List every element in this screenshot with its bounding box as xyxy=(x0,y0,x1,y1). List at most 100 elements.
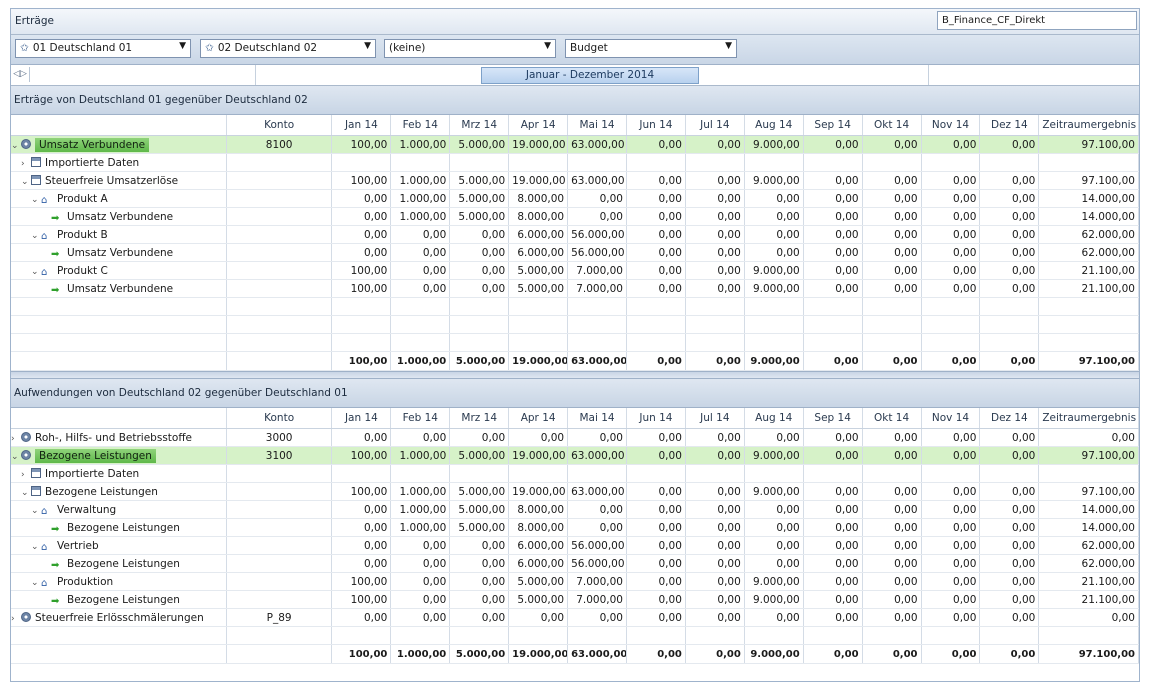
expand-icon[interactable]: › xyxy=(21,470,31,480)
value-cell[interactable]: 0,00 xyxy=(331,207,392,226)
value-cell[interactable]: 0,00 xyxy=(862,207,922,226)
value-cell[interactable] xyxy=(1038,464,1139,483)
value-cell[interactable]: 0,00 xyxy=(567,207,627,226)
value-cell[interactable]: 0,00 xyxy=(921,590,981,609)
column-header[interactable]: Mrz 14 xyxy=(449,408,510,429)
value-cell[interactable]: 0,00 xyxy=(567,500,627,519)
value-cell[interactable]: 100,00 xyxy=(331,572,392,591)
value-cell[interactable]: 0,00 xyxy=(744,243,804,262)
value-cell[interactable]: 0,00 xyxy=(390,261,451,280)
value-cell[interactable]: 0,00 xyxy=(685,518,745,537)
company-select-2[interactable]: ✩ 02 Deutschland 02 ▼ xyxy=(200,39,376,58)
value-cell[interactable]: 5.000,00 xyxy=(508,572,569,591)
value-cell[interactable]: 0,00 xyxy=(331,428,392,447)
value-cell[interactable]: 0,00 xyxy=(626,225,686,244)
value-cell[interactable]: 0,00 xyxy=(685,243,745,262)
value-cell[interactable] xyxy=(626,153,686,172)
value-cell[interactable]: 0,00 xyxy=(390,243,451,262)
value-cell[interactable]: 63.000,00 xyxy=(567,446,627,465)
company-select-1[interactable]: ✩ 01 Deutschland 01 ▼ xyxy=(15,39,191,58)
value-cell[interactable]: 0,00 xyxy=(626,243,686,262)
value-cell[interactable]: 7.000,00 xyxy=(567,279,627,298)
value-cell[interactable] xyxy=(567,153,627,172)
value-cell[interactable] xyxy=(449,153,510,172)
value-cell[interactable]: 0,00 xyxy=(449,554,510,573)
value-cell[interactable]: 0,00 xyxy=(921,189,981,208)
value-cell[interactable]: 0,00 xyxy=(626,518,686,537)
value-cell[interactable]: 0,00 xyxy=(803,500,863,519)
value-cell[interactable]: 0,00 xyxy=(685,554,745,573)
value-cell[interactable]: 1.000,00 xyxy=(390,207,451,226)
column-header[interactable]: Jun 14 xyxy=(626,115,686,136)
value-cell[interactable]: 5.000,00 xyxy=(508,279,569,298)
value-cell[interactable]: 9.000,00 xyxy=(744,590,804,609)
column-header[interactable]: Aug 14 xyxy=(744,408,804,429)
value-cell[interactable]: 97.100,00 xyxy=(1038,446,1139,465)
value-cell[interactable]: 0,00 xyxy=(685,428,745,447)
column-header[interactable]: Jan 14 xyxy=(331,408,392,429)
value-cell[interactable]: 0,00 xyxy=(979,554,1040,573)
value-cell[interactable]: 21.100,00 xyxy=(1038,572,1139,591)
value-cell[interactable]: 0,00 xyxy=(331,608,392,627)
value-cell[interactable]: 0,00 xyxy=(803,428,863,447)
value-cell[interactable]: 9.000,00 xyxy=(744,171,804,190)
value-cell[interactable]: 0,00 xyxy=(921,554,981,573)
value-cell[interactable]: 0,00 xyxy=(803,171,863,190)
value-cell[interactable]: 0,00 xyxy=(979,171,1040,190)
column-header[interactable]: Apr 14 xyxy=(508,408,569,429)
value-cell[interactable]: 0,00 xyxy=(685,536,745,555)
value-cell[interactable]: 62.000,00 xyxy=(1038,243,1139,262)
value-cell[interactable] xyxy=(979,153,1040,172)
value-cell[interactable]: 0,00 xyxy=(390,590,451,609)
value-cell[interactable]: 8.000,00 xyxy=(508,518,569,537)
value-cell[interactable]: 21.100,00 xyxy=(1038,261,1139,280)
value-cell[interactable]: 9.000,00 xyxy=(744,572,804,591)
value-cell[interactable]: 0,00 xyxy=(626,572,686,591)
value-cell[interactable] xyxy=(921,464,981,483)
value-cell[interactable]: 0,00 xyxy=(626,482,686,501)
column-header[interactable]: Dez 14 xyxy=(979,115,1040,136)
value-cell[interactable]: 9.000,00 xyxy=(744,446,804,465)
value-cell[interactable]: 0,00 xyxy=(390,572,451,591)
value-cell[interactable] xyxy=(803,153,863,172)
value-cell[interactable]: 0,00 xyxy=(803,446,863,465)
value-cell[interactable]: 0,00 xyxy=(921,279,981,298)
table-row[interactable]: ⌄ Bezogene Leistungen 100,00 1.000,00 5.000,… xyxy=(11,482,1139,501)
value-cell[interactable]: 0,00 xyxy=(921,428,981,447)
value-cell[interactable]: 5.000,00 xyxy=(449,500,510,519)
value-cell[interactable]: 0,00 xyxy=(862,608,922,627)
value-cell[interactable]: 0,00 xyxy=(979,225,1040,244)
value-cell[interactable] xyxy=(508,464,569,483)
value-cell[interactable]: 56.000,00 xyxy=(567,225,627,244)
value-cell[interactable]: 0,00 xyxy=(449,428,510,447)
value-cell[interactable] xyxy=(921,153,981,172)
table-row[interactable]: ➡ Bezogene Leistungen 0,00 0,00 0,00 6.000,00… xyxy=(11,554,1139,573)
value-cell[interactable]: 0,00 xyxy=(979,135,1040,154)
value-cell[interactable]: 0,00 xyxy=(449,279,510,298)
value-cell[interactable]: 0,00 xyxy=(449,572,510,591)
column-header[interactable]: Mai 14 xyxy=(567,115,627,136)
collapse-icon[interactable]: ⌄ xyxy=(11,452,21,462)
value-cell[interactable]: 14.000,00 xyxy=(1038,518,1139,537)
value-cell[interactable]: 0,00 xyxy=(803,608,863,627)
value-cell[interactable]: 7.000,00 xyxy=(567,590,627,609)
value-cell[interactable]: 0,00 xyxy=(626,446,686,465)
column-header[interactable]: Zeitraumergebnis xyxy=(1038,115,1139,136)
value-cell[interactable]: 0,00 xyxy=(331,225,392,244)
collapse-icon[interactable]: ⌄ xyxy=(11,141,21,151)
value-cell[interactable]: 14.000,00 xyxy=(1038,500,1139,519)
value-cell[interactable]: 0,00 xyxy=(626,500,686,519)
table-row[interactable]: › Importierte Daten xyxy=(11,464,1139,483)
value-cell[interactable]: 100,00 xyxy=(331,482,392,501)
value-cell[interactable]: 1.000,00 xyxy=(390,171,451,190)
value-cell[interactable]: 56.000,00 xyxy=(567,536,627,555)
value-cell[interactable]: 5.000,00 xyxy=(508,590,569,609)
value-cell[interactable]: 0,00 xyxy=(803,243,863,262)
value-cell[interactable]: 62.000,00 xyxy=(1038,554,1139,573)
value-cell[interactable] xyxy=(685,464,745,483)
value-cell[interactable]: 0,00 xyxy=(979,572,1040,591)
column-header[interactable]: Aug 14 xyxy=(744,115,804,136)
value-cell[interactable] xyxy=(1038,153,1139,172)
table-row[interactable]: ⌄ ⌂ Verwaltung 0,00 1.000,00 5.000,00 8.000,00… xyxy=(11,500,1139,519)
column-header[interactable]: Jul 14 xyxy=(685,408,745,429)
